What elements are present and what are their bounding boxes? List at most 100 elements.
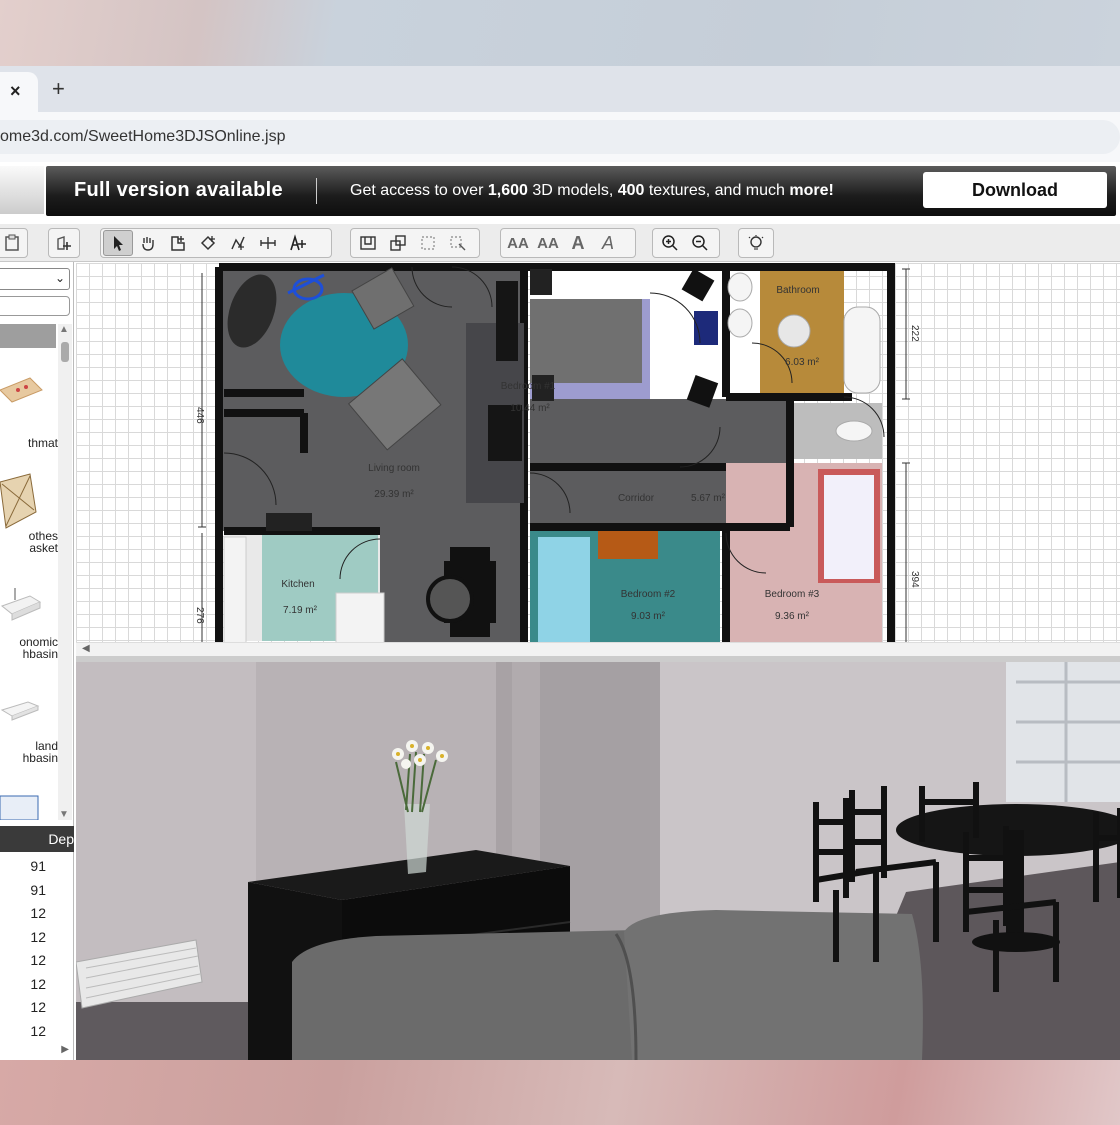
- scrollbar-thumb[interactable]: [61, 342, 69, 362]
- room-area: 9.36 m²: [775, 611, 810, 622]
- scroll-right-icon[interactable]: ▶: [61, 1044, 69, 1055]
- close-tab-icon[interactable]: ×: [10, 81, 21, 102]
- kitchen-counter[interactable]: [223, 536, 247, 644]
- plan-horizontal-scrollbar[interactable]: ◀: [76, 642, 1120, 656]
- room-area: 6.03 m²: [785, 357, 820, 368]
- help-icon[interactable]: [741, 230, 771, 256]
- decrease-text-size-icon[interactable]: AA: [533, 230, 563, 256]
- distribute-icon[interactable]: [443, 230, 473, 256]
- url-text: ome3d.com/SweetHome3DJSOnline.jsp: [0, 128, 286, 145]
- dimension-label: 276: [194, 607, 205, 624]
- clothes-basket-thumbnail[interactable]: [0, 472, 44, 530]
- nightstand-icon: [530, 269, 552, 295]
- furniture-row-depth[interactable]: 91: [0, 882, 46, 898]
- url-field[interactable]: ome3d.com/SweetHome3DJSOnline.jsp: [0, 120, 1120, 154]
- create-walls-icon[interactable]: [163, 230, 193, 256]
- bathroom-sink[interactable]: [727, 272, 753, 302]
- cabinet-thumbnail[interactable]: [0, 792, 44, 820]
- toilet[interactable]: [835, 420, 873, 442]
- bedroom3-bed[interactable]: [824, 475, 874, 579]
- bedroom2-bed[interactable]: [538, 537, 590, 643]
- depth-column-header[interactable]: Dep: [48, 831, 74, 847]
- furniture-catalog-list: thmat othes asket onomic hbasin land hbasin: [0, 324, 58, 820]
- promo-divider: [316, 178, 317, 204]
- scroll-down-icon[interactable]: ▼: [59, 809, 69, 820]
- toolbar-group-zoom: [652, 228, 720, 258]
- promo-text: Get access to over 1,600 3D models, 400 …: [350, 182, 834, 199]
- toolbar-group-add: [48, 228, 80, 258]
- promo-title: Full version available: [74, 179, 283, 201]
- catalog-item-label: othes asket: [28, 529, 58, 555]
- floor-plan[interactable]: Living room 29.39 m² Bedroom #1 10.44 m²…: [76, 263, 1120, 644]
- add-furniture-icon[interactable]: [51, 230, 77, 256]
- ungroup-icon[interactable]: [383, 230, 413, 256]
- download-button[interactable]: Download: [923, 172, 1107, 208]
- catalog-search-input[interactable]: [0, 296, 70, 316]
- catalog-item-label: land hbasin: [22, 739, 58, 765]
- bedroom2-desk[interactable]: [598, 531, 658, 559]
- plan-view[interactable]: Living room 29.39 m² Bedroom #1 10.44 m²…: [76, 263, 1120, 656]
- sweet-home-3d-page: Full version available Get access to ove…: [0, 162, 1120, 1060]
- pan-mode-icon[interactable]: [133, 230, 163, 256]
- bathtub[interactable]: [843, 306, 881, 394]
- washbasin-thumbnail[interactable]: [0, 580, 44, 624]
- italic-text-icon[interactable]: A: [593, 230, 623, 256]
- chevron-down-icon: ⌄: [54, 271, 65, 285]
- furniture-row-depth[interactable]: 12: [0, 999, 46, 1015]
- 3d-scene[interactable]: [76, 662, 1120, 1060]
- paste-icon[interactable]: [0, 230, 25, 256]
- toolbar-group-clipboard: [0, 228, 28, 258]
- align-icon[interactable]: [413, 230, 443, 256]
- catalog-item-label: onomic hbasin: [19, 635, 58, 661]
- catalog-scrollbar[interactable]: ▲ ▼: [58, 324, 72, 820]
- dimension-label: 222: [909, 325, 920, 342]
- add-text-icon[interactable]: [283, 230, 313, 256]
- bold-text-icon[interactable]: A: [563, 230, 593, 256]
- room-area: 9.03 m²: [631, 611, 666, 622]
- catalog-selected-item[interactable]: [0, 324, 56, 348]
- furniture-row-depth[interactable]: 91: [0, 858, 46, 874]
- kitchen-table[interactable]: [335, 592, 385, 644]
- scroll-up-icon[interactable]: ▲: [59, 324, 69, 335]
- 3d-view[interactable]: [76, 662, 1120, 1060]
- toolbar-group-help: [738, 228, 774, 258]
- room-area: 10.44 m²: [510, 403, 550, 414]
- catalog-category-select[interactable]: ⌄: [0, 268, 70, 290]
- shower[interactable]: [777, 314, 811, 348]
- catalog-item-label: thmat: [27, 436, 58, 450]
- bedroom1-bed[interactable]: [530, 299, 642, 383]
- furniture-row-depth[interactable]: 12: [0, 1023, 46, 1039]
- browser-window: × + ome3d.com/SweetHome3DJSOnline.jsp Fu…: [0, 66, 1120, 1060]
- create-rooms-icon[interactable]: [193, 230, 223, 256]
- furniture-row-depth[interactable]: 12: [0, 929, 46, 945]
- furniture-list-header: Dep: [0, 826, 74, 852]
- dimension-label: 446: [194, 407, 205, 424]
- furniture-row-depth[interactable]: 12: [0, 976, 46, 992]
- desktop-background-top: [0, 0, 1120, 66]
- new-tab-button[interactable]: +: [52, 76, 65, 102]
- radiator: [266, 513, 312, 531]
- furniture-row-depth[interactable]: 12: [0, 905, 46, 921]
- room-area: 7.19 m²: [283, 605, 318, 616]
- group-icon[interactable]: [353, 230, 383, 256]
- toolbar-group-arrange: [350, 228, 480, 258]
- tv-unit[interactable]: [496, 281, 518, 361]
- increase-text-size-icon[interactable]: AA: [503, 230, 533, 256]
- create-dimensions-icon[interactable]: [253, 230, 283, 256]
- room-name: Bedroom #1: [501, 381, 556, 392]
- room-area: 29.39 m²: [374, 489, 414, 500]
- create-polylines-icon[interactable]: [223, 230, 253, 256]
- furniture-row-depth[interactable]: 12: [0, 952, 46, 968]
- browser-tab[interactable]: ×: [0, 72, 38, 112]
- hand-washbasin-thumbnail[interactable]: [0, 686, 44, 730]
- room-name: Corridor: [618, 493, 655, 504]
- address-bar: ome3d.com/SweetHome3DJSOnline.jsp: [0, 112, 1120, 162]
- editor-toolbar: AA AA A A: [0, 224, 1120, 262]
- scroll-left-icon[interactable]: ◀: [82, 643, 90, 654]
- bathmat-thumbnail[interactable]: [0, 368, 44, 412]
- bathroom-sink[interactable]: [727, 308, 753, 338]
- room-name: Kitchen: [281, 579, 314, 590]
- zoom-out-icon[interactable]: [685, 230, 715, 256]
- select-mode-icon[interactable]: [103, 230, 133, 256]
- zoom-in-icon[interactable]: [655, 230, 685, 256]
